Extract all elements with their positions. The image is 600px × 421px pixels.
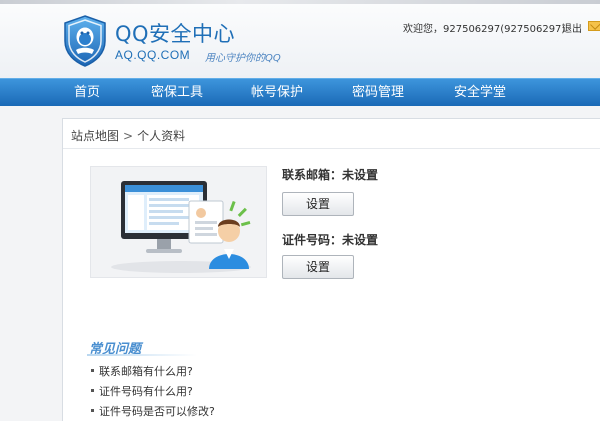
set-id-button[interactable]: 设置 xyxy=(282,255,354,279)
id-status-label: 证件号码：未设置 xyxy=(282,233,379,247)
nav-item-password-management[interactable]: 密码管理 xyxy=(344,79,412,107)
monitor-user-illustration-icon xyxy=(111,181,251,273)
brand-domain: AQ.QQ.COM xyxy=(115,48,191,62)
nav-item-security-school[interactable]: 安全学堂 xyxy=(446,79,514,107)
bullet-icon xyxy=(91,389,94,392)
profile-illustration xyxy=(90,166,267,278)
breadcrumb-separator: > xyxy=(123,129,134,143)
bullet-icon xyxy=(91,409,94,412)
brand-title: QQ安全中心 xyxy=(115,22,236,46)
faq-item-email[interactable]: 联系邮箱有什么用? xyxy=(91,362,215,382)
nav-item-account-protection[interactable]: 帐号保护 xyxy=(243,79,311,107)
faq-item-id-modify[interactable]: 证件号码是否可以修改? xyxy=(91,402,215,421)
faq-item-id-use[interactable]: 证件号码有什么用? xyxy=(91,382,215,402)
faq-item-text: 联系邮箱有什么用? xyxy=(99,365,193,378)
bullet-icon xyxy=(91,369,94,372)
nav-item-security-tools[interactable]: 密保工具 xyxy=(143,79,211,107)
faq-list: 联系邮箱有什么用? 证件号码有什么用? 证件号码是否可以修改? xyxy=(91,362,215,421)
site-header: QQ安全中心 AQ.QQ.COM 用心守护你的QQ 欢迎您，927506297(… xyxy=(0,4,600,78)
set-email-button[interactable]: 设置 xyxy=(282,192,354,216)
breadcrumb-divider xyxy=(63,148,600,149)
faq-item-text: 证件号码有什么用? xyxy=(99,385,193,398)
faq-item-text: 证件号码是否可以修改? xyxy=(99,405,215,418)
nav-item-home[interactable]: 首页 xyxy=(57,79,117,107)
main-nav: 首页 密保工具 帐号保护 密码管理 安全学堂 xyxy=(0,78,600,106)
mail-icon[interactable] xyxy=(588,21,600,31)
breadcrumb-sitemap-link[interactable]: 站点地图 xyxy=(71,129,119,143)
breadcrumb-current: 个人资料 xyxy=(137,129,186,143)
faq-title-underline xyxy=(87,354,197,356)
qq-shield-logo-icon[interactable] xyxy=(62,14,108,68)
logout-link[interactable]: 退出 xyxy=(562,20,582,35)
main-content: 站点地图 > 个人资料 联系邮箱：未设置 设置 证件号码：未设置 设置 常见问题… xyxy=(62,118,600,421)
email-status-label: 联系邮箱：未设置 xyxy=(282,168,379,182)
breadcrumb: 站点地图 > 个人资料 xyxy=(71,127,185,144)
welcome-text: 欢迎您，927506297(927506297) xyxy=(403,24,566,35)
brand-slogan: 用心守护你的QQ xyxy=(205,53,281,64)
